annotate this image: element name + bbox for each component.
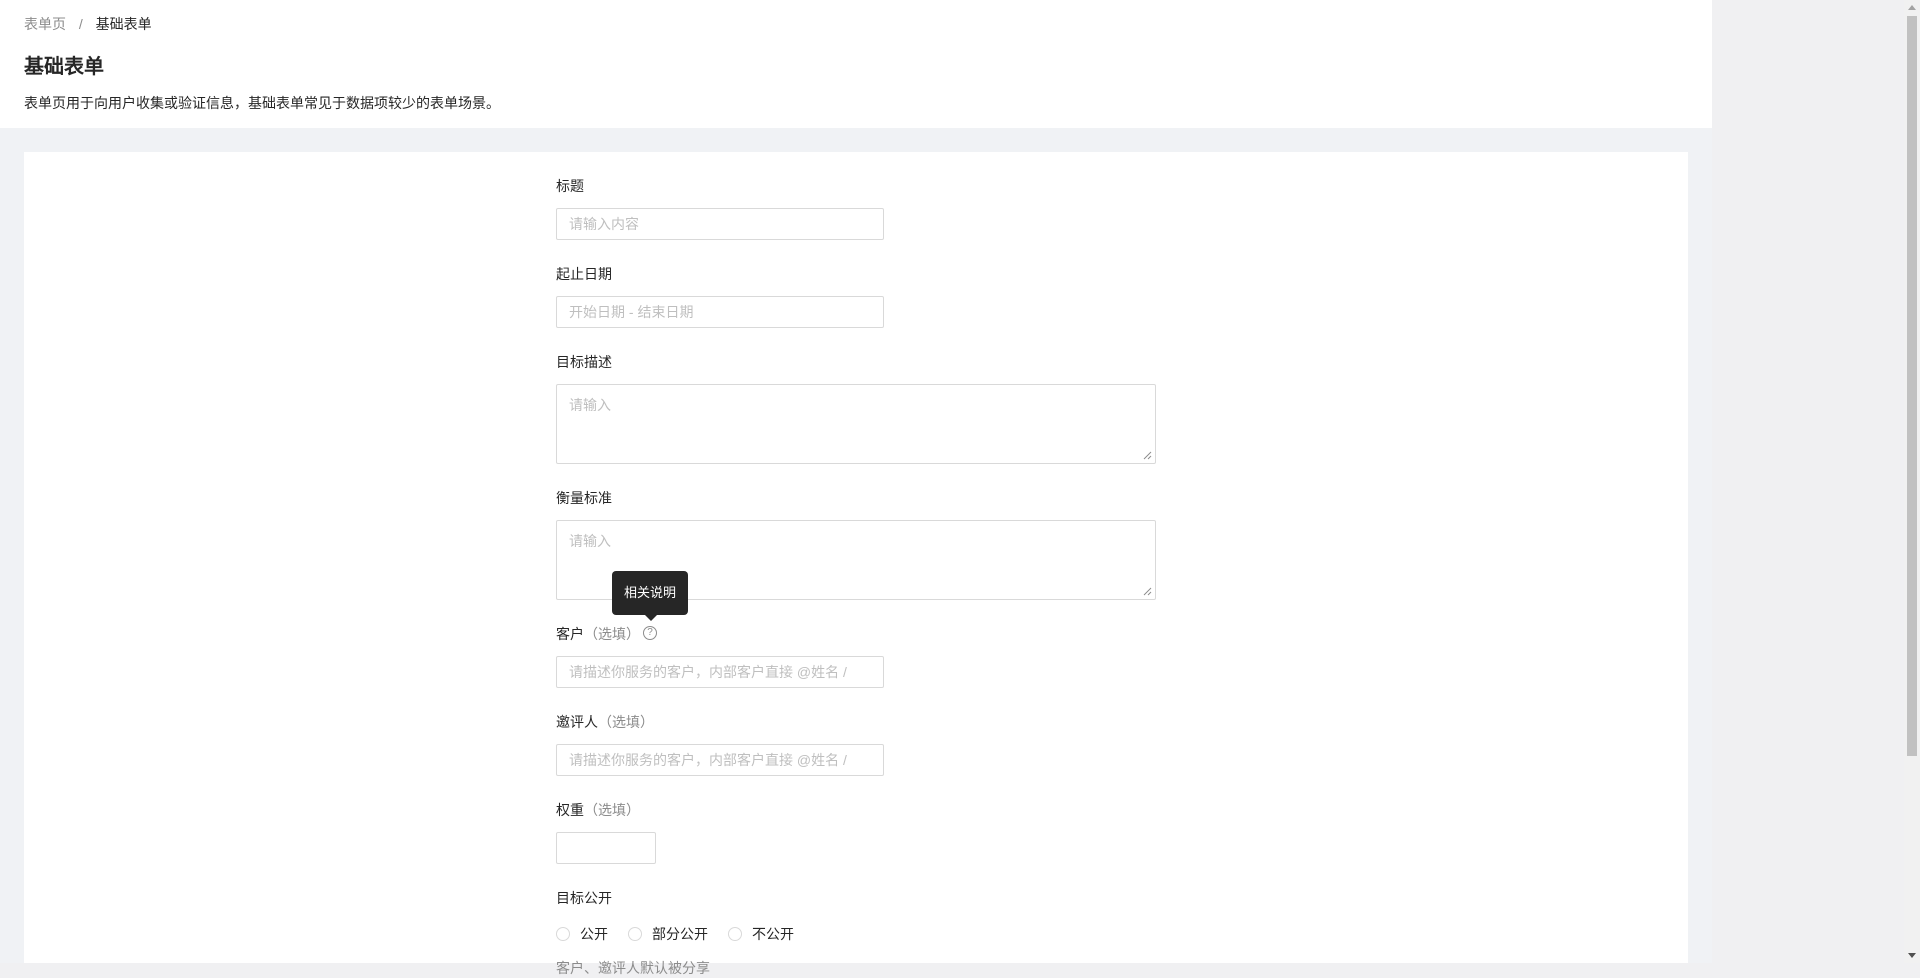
date-range-label: 起止日期	[556, 266, 612, 282]
scroll-down-arrow-icon[interactable]	[1908, 953, 1916, 958]
tooltip-arrow	[645, 615, 657, 621]
vertical-scrollbar[interactable]	[1904, 0, 1920, 963]
client-label: 客户（选填）	[556, 624, 640, 644]
client-label-text: 客户	[556, 626, 584, 642]
help-tooltip: 相关说明	[612, 571, 689, 615]
breadcrumb-parent-link[interactable]: 表单页	[24, 16, 66, 32]
scroll-up-arrow-icon[interactable]	[1908, 5, 1916, 10]
radio-public[interactable]: 公开	[556, 924, 608, 944]
page-header: 表单页 / 基础表单 基础表单 表单页用于向用户收集或验证信息，基础表单常见于数…	[0, 0, 1712, 128]
page-title: 基础表单	[24, 56, 104, 78]
public-hint: 客户、邀评人默认被分享	[556, 960, 710, 976]
page-description: 表单页用于向用户收集或验证信息，基础表单常见于数据项较少的表单场景。	[24, 95, 500, 111]
public-label: 目标公开	[556, 890, 612, 906]
invites-optional-text: （选填）	[598, 714, 654, 730]
invites-label: 邀评人（选填）	[556, 712, 654, 732]
resize-handle-icon[interactable]	[1142, 450, 1152, 460]
standard-label: 衡量标准	[556, 490, 612, 506]
page: 表单页 / 基础表单 基础表单 表单页用于向用户收集或验证信息，基础表单常见于数…	[0, 0, 1712, 976]
client-input[interactable]: 请描述你服务的客户，内部客户直接 @姓名 /	[556, 656, 884, 688]
client-optional-text: （选填）	[584, 626, 640, 642]
title-label: 标题	[556, 178, 584, 194]
invites-input[interactable]: 请描述你服务的客户，内部客户直接 @姓名 /	[556, 744, 884, 776]
weight-number-input[interactable]	[556, 832, 656, 864]
resize-handle-icon[interactable]	[1142, 586, 1152, 596]
weight-label: 权重（选填）	[556, 800, 640, 820]
goal-textarea[interactable]: 请输入	[556, 384, 1156, 464]
radio-circle-icon[interactable]	[728, 927, 742, 941]
scrollbar-thumb[interactable]	[1907, 16, 1917, 756]
goal-label: 目标描述	[556, 354, 612, 370]
public-radio-group: 公开 部分公开 不公开	[556, 924, 814, 944]
radio-not-public-label: 不公开	[752, 926, 794, 942]
radio-circle-icon[interactable]	[556, 927, 570, 941]
breadcrumb: 表单页 / 基础表单	[24, 14, 152, 34]
radio-partial-public[interactable]: 部分公开	[628, 924, 708, 944]
standard-placeholder: 请输入	[569, 533, 611, 549]
radio-public-label: 公开	[580, 926, 608, 942]
radio-partial-public-label: 部分公开	[652, 926, 708, 942]
form-card: 标题 请输入内容 起止日期 开始日期 - 结束日期 目标描述 请输入 衡量标准 …	[24, 152, 1688, 976]
date-range-picker[interactable]: 开始日期 - 结束日期	[556, 296, 884, 328]
invites-label-text: 邀评人	[556, 714, 598, 730]
weight-label-text: 权重	[556, 802, 584, 818]
breadcrumb-separator: /	[78, 16, 83, 32]
goal-placeholder: 请输入	[569, 397, 611, 413]
radio-not-public[interactable]: 不公开	[728, 924, 794, 944]
weight-optional-text: （选填）	[584, 802, 640, 818]
question-circle-icon[interactable]: ?	[643, 626, 657, 640]
breadcrumb-current: 基础表单	[95, 16, 152, 32]
title-input[interactable]: 请输入内容	[556, 208, 884, 240]
radio-circle-icon[interactable]	[628, 927, 642, 941]
